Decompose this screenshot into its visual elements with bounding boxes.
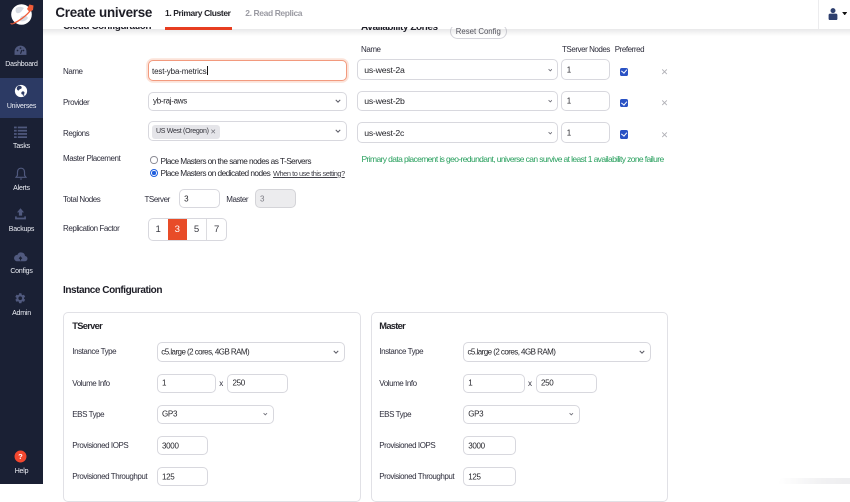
svg-text:?: ? (18, 452, 23, 461)
